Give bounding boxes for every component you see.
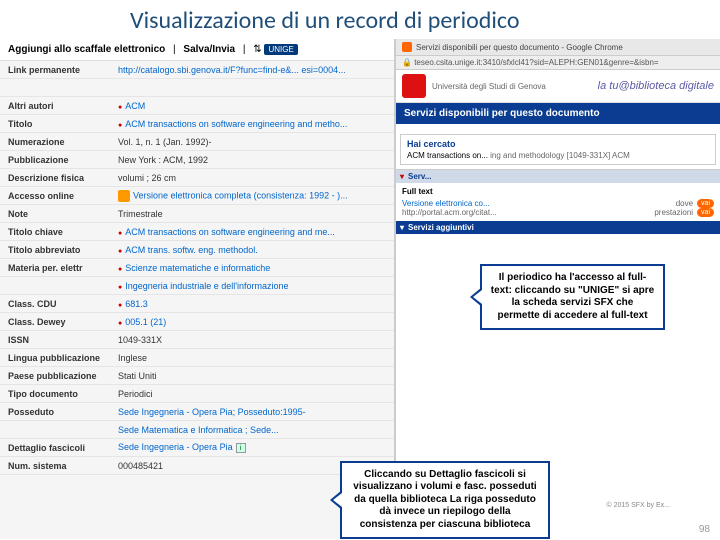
- page-number: 98: [699, 524, 710, 535]
- label-class-cdu: Class. CDU: [0, 299, 118, 309]
- label-dettaglio-fascicoli: Dettaglio fascicoli: [0, 443, 118, 453]
- value-altri-autori[interactable]: ●ACM: [118, 101, 394, 111]
- label-link-permanente: Link permanente: [0, 65, 118, 75]
- label-altri-autori: Altri autori: [0, 101, 118, 111]
- sort-icon[interactable]: ⇅: [253, 44, 261, 55]
- label-issn: ISSN: [0, 335, 118, 345]
- label-posseduto: Posseduto: [0, 407, 118, 417]
- info-icon[interactable]: i: [236, 443, 246, 453]
- record-detail-panel: Aggiungi allo scaffale elettronico | Sal…: [0, 39, 395, 539]
- hai-cercato-text: ACM transactions on...: [407, 151, 488, 160]
- add-shelf-link[interactable]: Aggiungi allo scaffale elettronico: [8, 44, 165, 55]
- label-titolo: Titolo: [0, 119, 118, 129]
- collapse-arrow-icon-2[interactable]: ▾: [400, 223, 404, 232]
- hai-cercato-label: Hai cercato: [407, 139, 709, 149]
- value-numerazione: Vol. 1, n. 1 (Jan. 1992)-: [118, 137, 394, 147]
- value-class-dewey[interactable]: ●005.1 (21): [118, 317, 394, 327]
- label-class-dewey: Class. Dewey: [0, 317, 118, 327]
- sfx-copyright: © 2015 SFX by Ex...: [606, 502, 670, 509]
- uni-header: Università degli Studi di Genova la tu@b…: [396, 70, 720, 103]
- value-paese: Stati Uniti: [118, 371, 394, 381]
- label-numerazione: Numerazione: [0, 137, 118, 147]
- university-name: Università degli Studi di Genova: [432, 82, 598, 91]
- label-materia-elettr: Materia per. elettr: [0, 263, 118, 273]
- value-posseduto-1[interactable]: Sede Ingegneria - Opera Pia; Posseduto:1…: [118, 407, 394, 417]
- label-titolo-abbreviato: Titolo abbreviato: [0, 245, 118, 255]
- label-note: Note: [0, 209, 118, 219]
- value-link-permanente[interactable]: http://catalogo.sbi.genova.it/F?func=fin…: [118, 65, 394, 75]
- page-title: Visualizzazione di un record di periodic…: [0, 0, 720, 39]
- value-materia-elettr-2[interactable]: ●Ingegneria industriale e dell'informazi…: [118, 281, 394, 291]
- go-button[interactable]: vai: [697, 199, 714, 208]
- action-bar: Aggiungi allo scaffale elettronico | Sal…: [0, 39, 394, 61]
- label-num-sistema: Num. sistema: [0, 461, 118, 471]
- value-note: Trimestrale: [118, 209, 394, 219]
- hai-cercato-box: Hai cercato ACM transactions on... ing a…: [400, 134, 716, 165]
- value-descrizione-fisica: volumi ; 26 cm: [118, 173, 394, 183]
- browser-tab-title: Servizi disponibili per questo documento…: [416, 43, 623, 52]
- value-materia-elettr-1[interactable]: ●Scienze matematiche e informatiche: [118, 263, 394, 273]
- versione-link[interactable]: Versione elettronica co...: [402, 199, 676, 208]
- label-lingua: Lingua pubblicazione: [0, 353, 118, 363]
- collapse-arrow-icon[interactable]: ▾: [400, 172, 404, 181]
- save-send-link[interactable]: Salva/Invia: [183, 44, 235, 55]
- value-tipo-doc: Periodici: [118, 389, 394, 399]
- label-paese: Paese pubblicazione: [0, 371, 118, 381]
- label-accesso-online: Accesso online: [0, 191, 118, 201]
- fulltext-label: Full text: [402, 187, 714, 196]
- library-label: la tu@biblioteca digitale: [598, 80, 714, 92]
- servizi-aggiuntivi-label: Servizi aggiuntivi: [408, 223, 474, 232]
- label-titolo-chiave: Titolo chiave: [0, 227, 118, 237]
- label-tipo-doc: Tipo documento: [0, 389, 118, 399]
- unige-badge[interactable]: UNIGE: [264, 44, 297, 55]
- value-titolo[interactable]: ●ACM transactions on software engineerin…: [118, 119, 394, 129]
- value-accesso-online[interactable]: Versione elettronica completa (consisten…: [118, 190, 394, 202]
- label-descrizione-fisica: Descrizione fisica: [0, 173, 118, 183]
- browser-tab: Servizi disponibili per questo documento…: [396, 39, 720, 56]
- value-class-cdu[interactable]: ●681.3: [118, 299, 394, 309]
- dove-label: dove: [676, 199, 693, 208]
- content-area: Aggiungi allo scaffale elettronico | Sal…: [0, 39, 720, 539]
- callout-fulltext: Il periodico ha l'accesso al full-text: …: [480, 264, 665, 330]
- value-posseduto-2[interactable]: Sede Matematica e Informatica ; Sede...: [118, 425, 394, 435]
- value-pubblicazione: New York : ACM, 1992: [118, 155, 394, 165]
- value-dettaglio-fascicoli[interactable]: Sede Ingegneria - Opera Piai: [118, 442, 394, 453]
- ebook-icon: [118, 190, 130, 202]
- callout-arrow-icon: [470, 287, 482, 307]
- value-lingua: Inglese: [118, 353, 394, 363]
- callout-dettaglio: Cliccando su Dettaglio fascicoli si visu…: [340, 461, 550, 540]
- url-bar[interactable]: 🔒 teseo.csita.unige.it:3410/sfxlcl41?sid…: [396, 56, 720, 70]
- go-button-2[interactable]: vai: [697, 208, 714, 217]
- university-crest-icon: [402, 74, 426, 98]
- services-title-bar: Servizi disponibili per questo documento: [396, 103, 720, 124]
- value-titolo-abbreviato[interactable]: ●ACM trans. softw. eng. methodol.: [118, 245, 394, 255]
- value-titolo-chiave[interactable]: ●ACM transactions on software engineerin…: [118, 227, 394, 237]
- value-issn: 1049-331X: [118, 335, 394, 345]
- fulltext-section-label: Serv...: [408, 172, 431, 181]
- callout-arrow-icon-2: [330, 490, 342, 510]
- label-pubblicazione: Pubblicazione: [0, 155, 118, 165]
- portal-link[interactable]: http://portal.acm.org/citat...: [402, 208, 654, 217]
- hai-cercato-suffix: ing and methodology [1049-331X] ACM: [490, 151, 630, 160]
- prestazioni-label: prestazioni: [654, 208, 693, 217]
- favicon-icon: [402, 42, 412, 52]
